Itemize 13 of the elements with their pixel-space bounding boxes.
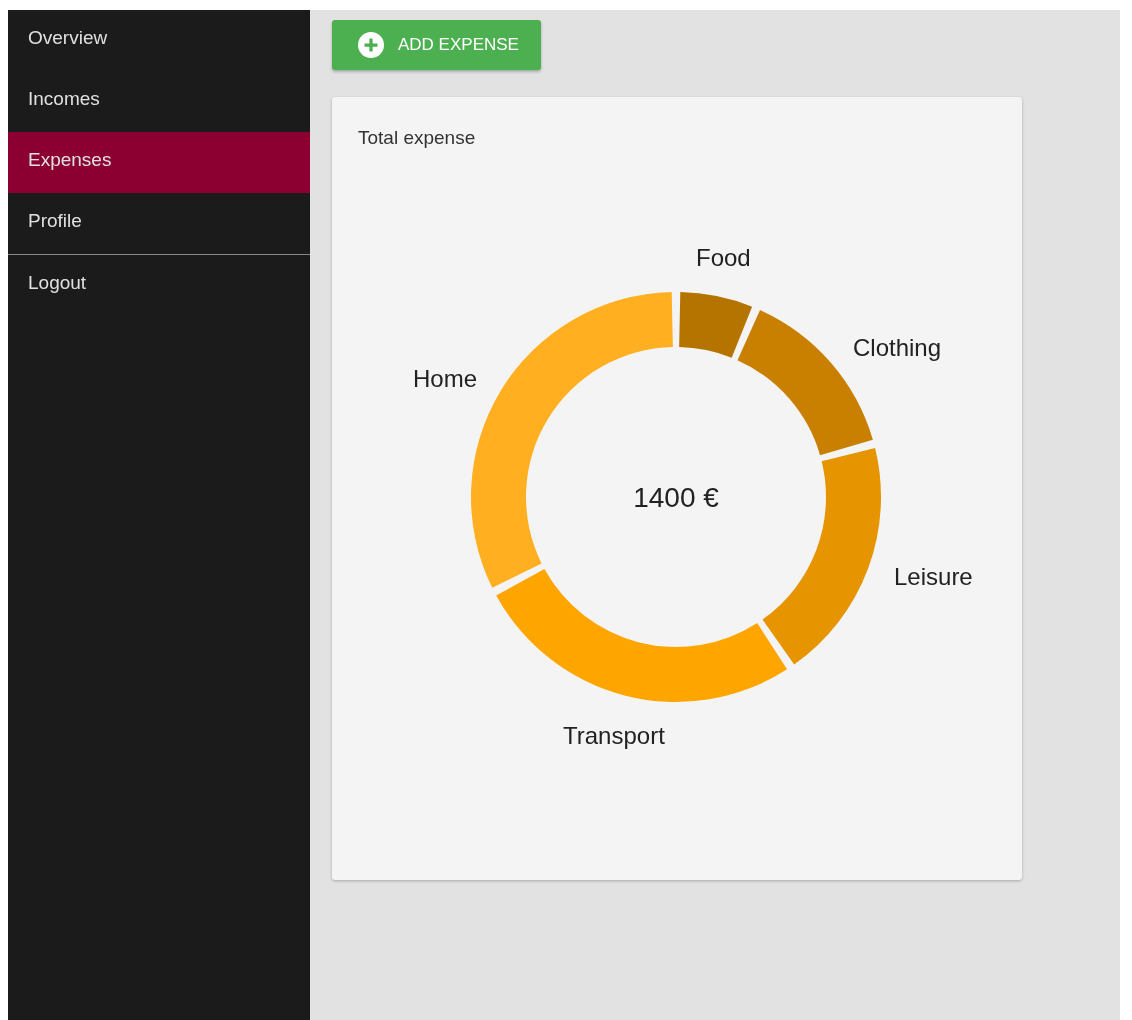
nav-item[interactable]: Overview bbox=[8, 10, 310, 71]
slice-label: Clothing bbox=[853, 334, 942, 361]
slice-label: Leisure bbox=[894, 563, 973, 590]
total-amount: 1400 € bbox=[633, 482, 719, 513]
slice-label: Transport bbox=[563, 722, 665, 749]
slice-label: Food bbox=[696, 244, 751, 271]
plus-icon bbox=[358, 32, 384, 58]
card-title: Total expense bbox=[357, 127, 477, 150]
slice-label: Home bbox=[412, 365, 477, 392]
nav-item[interactable]: Logout bbox=[8, 255, 310, 316]
nav-item[interactable]: Expenses bbox=[8, 132, 310, 193]
nav-item[interactable]: Incomes bbox=[8, 71, 310, 132]
nav-item[interactable]: Profile bbox=[8, 193, 310, 254]
